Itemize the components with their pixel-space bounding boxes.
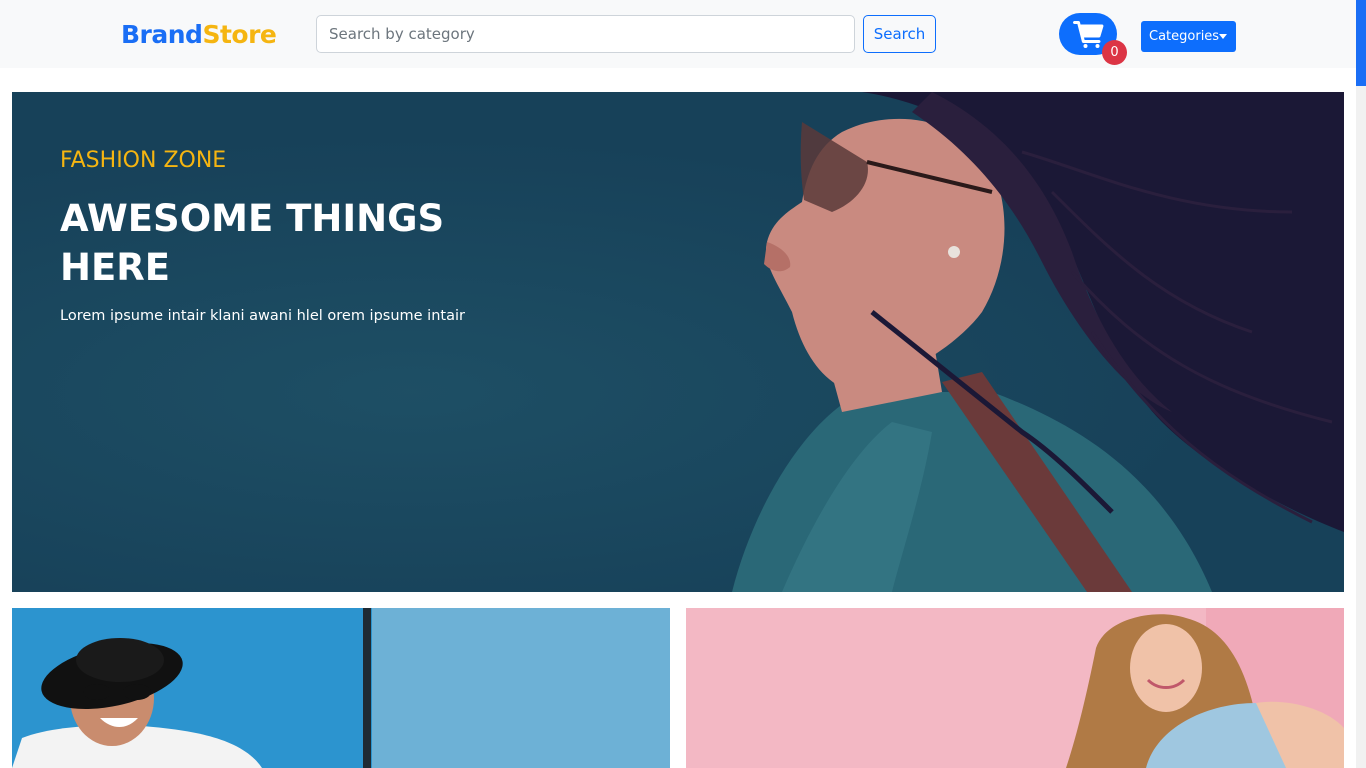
promo-women-image (686, 608, 1344, 768)
hero-banner: FASHION ZONE AWESOME THINGS HERE Lorem i… (12, 92, 1344, 592)
scrollbar-track[interactable] (1356, 0, 1366, 768)
shopping-cart-icon (1073, 21, 1104, 48)
hero-model-image (732, 92, 1344, 592)
search-button[interactable]: Search (863, 15, 936, 53)
brand-logo-part1: Brand (121, 20, 203, 49)
navbar: BrandStore Search 0 Categories (0, 0, 1356, 68)
caret-down-icon (1219, 34, 1227, 39)
promo-card-women[interactable] (686, 608, 1344, 768)
categories-dropdown-button[interactable]: Categories (1141, 21, 1236, 52)
brand-logo-part2: Store (202, 20, 277, 49)
categories-label: Categories (1149, 29, 1220, 44)
hero-title: AWESOME THINGS HERE (60, 197, 445, 289)
scrollbar-thumb[interactable] (1356, 0, 1366, 86)
hero-subtitle: Lorem ipsume intair klani awani hlel ore… (60, 308, 465, 324)
promo-men-image (12, 608, 670, 768)
search-input[interactable] (316, 15, 855, 53)
brand-logo[interactable]: BrandStore (121, 18, 277, 52)
promo-card-men[interactable] (12, 608, 670, 768)
cart-count-badge: 0 (1102, 40, 1127, 65)
hero-tagline: FASHION ZONE (60, 148, 227, 173)
